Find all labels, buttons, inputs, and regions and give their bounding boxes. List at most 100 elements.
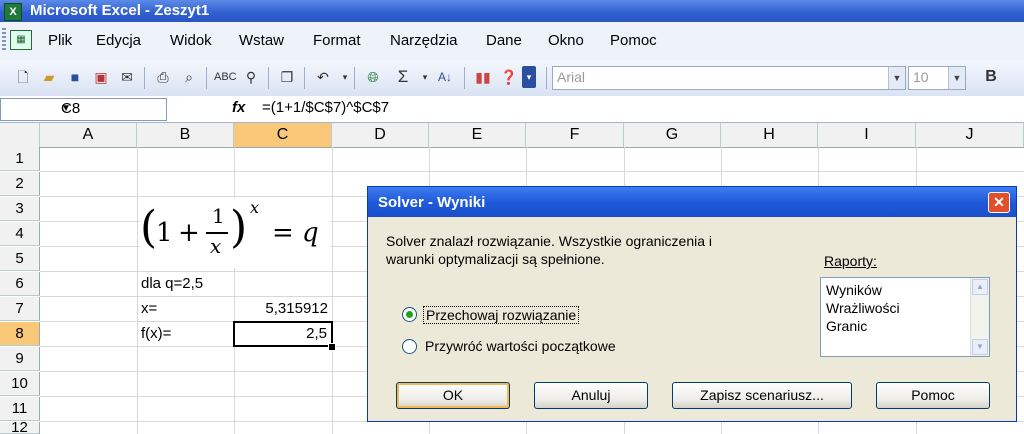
- formula-input[interactable]: =(1+1/$C$7)^$C$7: [262, 99, 389, 116]
- select-all-corner[interactable]: [0, 123, 40, 147]
- ok-button[interactable]: OK: [396, 382, 510, 409]
- cell-c7[interactable]: 5,315912: [236, 297, 328, 321]
- column-header-g[interactable]: G: [624, 123, 721, 147]
- report-item-granic[interactable]: Granic: [826, 318, 867, 334]
- column-header-i[interactable]: I: [818, 123, 916, 147]
- hyperlink-icon[interactable]: 🌐︎: [362, 66, 384, 88]
- standard-toolbar: 🗋 ▰ ■ ▣ ✉ ⎙ ⌕ ABC ⚲ ❐ ↶ ▾ 🌐︎ Σ ▾ A↓ ▮▮ ❓…: [0, 60, 1024, 97]
- row-header-9[interactable]: 9: [0, 347, 40, 371]
- row-header-5[interactable]: 5: [0, 247, 40, 271]
- cell-c8-selected[interactable]: 2,5: [233, 321, 333, 347]
- permission-icon[interactable]: ▣: [90, 66, 112, 88]
- bold-button[interactable]: B: [980, 66, 1002, 88]
- window-title: Microsoft Excel - Zeszyt1: [30, 2, 210, 19]
- cancel-button[interactable]: Anuluj: [534, 382, 648, 409]
- row-header-11[interactable]: 11: [0, 397, 40, 421]
- row-header-6[interactable]: 6: [0, 272, 40, 296]
- menu-wstaw[interactable]: Wstaw: [239, 32, 284, 49]
- column-header-b[interactable]: B: [137, 123, 234, 147]
- row-header-8[interactable]: 8: [0, 322, 40, 346]
- font-size-combo[interactable]: 10 ▼: [908, 66, 966, 90]
- column-header-j[interactable]: J: [916, 123, 1024, 147]
- close-icon[interactable]: ✕: [988, 192, 1010, 213]
- menu-dane[interactable]: Dane: [486, 32, 522, 49]
- restore-original-label[interactable]: Przywróć wartości początkowe: [425, 338, 616, 354]
- research-icon[interactable]: ⚲: [240, 66, 262, 88]
- print-icon[interactable]: ⎙: [152, 66, 174, 88]
- menu-widok[interactable]: Widok: [170, 32, 212, 49]
- column-header-d[interactable]: D: [332, 123, 429, 147]
- cell-b6[interactable]: dla q=2,5: [141, 272, 203, 296]
- report-item-wrazliwosci[interactable]: Wrażliwości: [826, 300, 900, 316]
- column-header-a[interactable]: A: [40, 123, 137, 147]
- scroll-down-icon[interactable]: ▼: [972, 339, 988, 355]
- row-header-1[interactable]: 1: [0, 147, 40, 171]
- reports-listbox[interactable]: Wyników Wrażliwości Granic ▲ ▼: [820, 277, 990, 357]
- radio-restore-original[interactable]: [402, 339, 417, 354]
- undo-icon[interactable]: ↶: [312, 66, 334, 88]
- row-header-12[interactable]: 12: [0, 422, 40, 434]
- radio-keep-solution[interactable]: [402, 307, 417, 322]
- font-size-dropdown-icon[interactable]: ▼: [948, 67, 965, 89]
- equation-fraction-numerator: 1: [212, 204, 225, 228]
- name-box[interactable]: C8 ▼: [0, 98, 167, 121]
- row-header-7[interactable]: 7: [0, 297, 40, 321]
- autosum-dropdown-icon[interactable]: ▾: [414, 66, 436, 88]
- cell-b8[interactable]: f(x)=: [141, 322, 171, 346]
- scroll-up-icon[interactable]: ▲: [972, 279, 988, 295]
- open-folder-icon[interactable]: ▰: [38, 66, 60, 88]
- row-header-4[interactable]: 4: [0, 222, 40, 246]
- row-header-2[interactable]: 2: [0, 172, 40, 196]
- reports-scrollbar[interactable]: ▲ ▼: [970, 278, 989, 356]
- equation-one: 1: [156, 218, 173, 248]
- report-item-wynikow[interactable]: Wyników: [826, 282, 882, 298]
- help-button[interactable]: Pomoc: [876, 382, 990, 409]
- formula-bar: C8 ▼ fx =(1+1/$C$7)^$C$7: [0, 96, 1024, 123]
- undo-dropdown-icon[interactable]: ▾: [334, 66, 356, 88]
- dialog-message-line-2: warunki optymalizacji są spełnione.: [386, 251, 605, 267]
- dialog-title: Solver - Wyniki: [378, 194, 486, 211]
- equation-fraction-denominator: x: [210, 234, 222, 258]
- insert-function-icon[interactable]: fx: [232, 99, 245, 116]
- reports-label: Raporty:: [824, 253, 877, 269]
- menu-pomoc[interactable]: Pomoc: [610, 32, 657, 49]
- column-header-f[interactable]: F: [526, 123, 624, 147]
- menu-okno[interactable]: Okno: [548, 32, 584, 49]
- spelling-icon[interactable]: ABC: [214, 66, 237, 88]
- email-icon[interactable]: ✉: [116, 66, 138, 88]
- cell-b7[interactable]: x=: [141, 297, 157, 321]
- menu-bar: ▦ Plik Edycja Widok Wstaw Format Narzędz…: [0, 22, 1024, 61]
- equation-object[interactable]: ( 1 + 1 x ) x = q: [140, 198, 330, 268]
- keep-solution-label[interactable]: Przechowaj rozwiązanie: [423, 306, 580, 324]
- column-header-e[interactable]: E: [429, 123, 526, 147]
- menu-plik[interactable]: Plik: [48, 32, 72, 49]
- column-header-c[interactable]: C: [234, 123, 332, 147]
- column-header-h[interactable]: H: [721, 123, 818, 147]
- menu-narzedzia[interactable]: Narzędzia: [390, 32, 458, 49]
- workbook-icon[interactable]: ▦: [10, 30, 32, 50]
- fill-handle[interactable]: [328, 343, 336, 351]
- save-icon[interactable]: ■: [64, 66, 86, 88]
- toolbar-options-icon[interactable]: ▾: [522, 66, 536, 88]
- sort-ascending-icon[interactable]: A↓: [434, 66, 456, 88]
- font-name-value: Arial: [557, 69, 586, 85]
- copy-icon[interactable]: ❐: [276, 66, 298, 88]
- print-preview-icon[interactable]: ⌕: [178, 66, 200, 88]
- help-icon[interactable]: ❓: [498, 66, 520, 88]
- dialog-title-bar[interactable]: Solver - Wyniki ✕: [368, 187, 1016, 217]
- menu-edycja[interactable]: Edycja: [96, 32, 141, 49]
- radio-selected-dot: [406, 311, 413, 318]
- row-header-3[interactable]: 3: [0, 197, 40, 221]
- equation-rhs: q: [302, 218, 319, 248]
- chart-wizard-icon[interactable]: ▮▮: [472, 66, 494, 88]
- save-scenario-button[interactable]: Zapisz scenariusz...: [672, 382, 852, 409]
- row-header-10[interactable]: 10: [0, 372, 40, 396]
- autosum-icon[interactable]: Σ: [392, 66, 414, 88]
- font-name-combo[interactable]: Arial ▼: [552, 66, 906, 90]
- equation-plus: +: [178, 218, 200, 248]
- font-name-dropdown-icon[interactable]: ▼: [888, 67, 905, 89]
- toolbar-grip[interactable]: [2, 28, 6, 52]
- name-box-dropdown-icon[interactable]: ▼: [61, 103, 162, 114]
- new-document-icon[interactable]: 🗋: [12, 66, 34, 88]
- menu-format[interactable]: Format: [313, 32, 361, 49]
